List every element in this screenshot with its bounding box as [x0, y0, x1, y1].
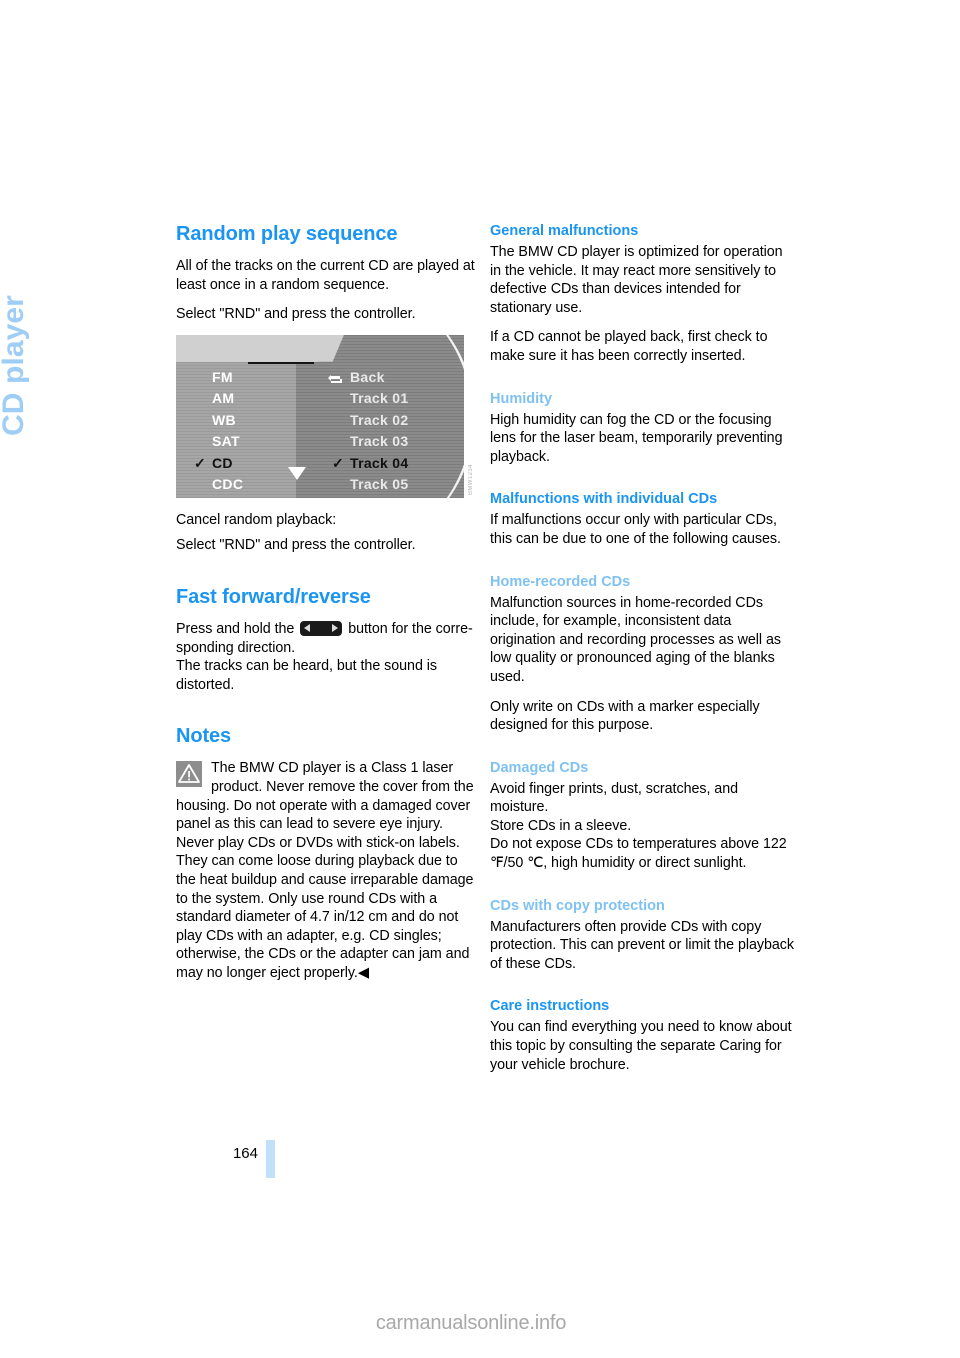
chapter-tab: CD player — [0, 218, 170, 438]
list-item-back[interactable]: Back — [324, 367, 464, 389]
figure-cd-menu-screenshot: ⁿSCAN ⁿRND FM AM WB SAT ✓ CD CDC — [176, 334, 481, 498]
chapter-title: CD player — [0, 295, 30, 436]
paragraph-random-1: All of the tracks on the current CD are … — [176, 258, 475, 293]
paragraph-fastfwd-1: Press and hold the button for the corre-… — [176, 620, 481, 657]
heading-home-recorded-cds: Home-recorded CDs — [490, 573, 631, 590]
heading-cds-copy-protection: CDs with copy protection — [490, 897, 665, 914]
list-item[interactable]: Track 01 — [324, 388, 464, 410]
cd-screen-tab-row: ⁿSCAN ⁿRND — [176, 334, 464, 364]
paragraph-cancel-2: Select "RND" and press the controller. — [176, 537, 416, 554]
track-label: Track 01 — [350, 390, 409, 407]
list-item[interactable]: CDC — [176, 474, 296, 496]
heading-care-instructions: Care instructions — [490, 998, 610, 1015]
paragraph-humidity-1: High humidity can fog the CD or the focu… — [490, 411, 783, 465]
source-label: CD — [212, 454, 233, 471]
tab-row-slant — [314, 334, 344, 362]
track-label: Track 05 — [350, 476, 409, 493]
fastfwd-text-before: Press and hold the — [176, 620, 295, 637]
heading-notes: Notes — [176, 725, 232, 748]
heading-damaged-cds: Damaged CDs — [490, 759, 589, 776]
track-label: Track 03 — [350, 433, 409, 450]
cd-source-list: FM AM WB SAT ✓ CD CDC — [176, 367, 296, 496]
heading-random-play-sequence: Random play sequence — [176, 223, 398, 245]
back-label: Back — [350, 368, 385, 385]
left-column: Random play sequence All of the tracks o… — [176, 222, 481, 982]
page-number: 164 — [232, 1145, 258, 1162]
right-column: General malfunctions The BMW CD player i… — [490, 222, 795, 1085]
cd-track-list: Back Track 01 Track 02 Track 03 ✓ Track … — [324, 367, 464, 496]
paragraph-general-1: The BMW CD player is optimized for opera… — [490, 244, 783, 316]
paragraph-general-2: If a CD cannot be played back, first che… — [490, 329, 768, 364]
warning-triangle-icon — [176, 761, 202, 788]
paragraph-notes-body: The BMW CD player is a Class 1 laser pro… — [176, 760, 474, 981]
list-item[interactable]: Track 05 — [324, 474, 464, 496]
paragraph-fastfwd-2: The tracks can be heard, but the sound i… — [176, 658, 438, 693]
track-label: Track 04 — [350, 454, 409, 471]
checkmark-icon: ✓ — [194, 454, 207, 471]
paragraph-random-2: Select "RND" and press the controller. — [176, 306, 416, 323]
tab-row-background — [176, 334, 318, 362]
list-item-selected[interactable]: ✓ Track 04 — [324, 453, 464, 475]
source-label: CDC — [212, 476, 244, 493]
source-label: SAT — [212, 433, 240, 450]
cd-screen: ⁿSCAN ⁿRND FM AM WB SAT ✓ CD CDC — [176, 334, 464, 498]
cursor-triangle-icon — [288, 466, 306, 480]
list-item[interactable]: Track 02 — [324, 410, 464, 432]
list-item-selected[interactable]: ✓ CD — [176, 453, 296, 475]
heading-general-malfunctions: General malfunctions — [490, 223, 639, 239]
list-item[interactable]: FM — [176, 367, 296, 389]
list-item[interactable]: SAT — [176, 431, 296, 453]
source-label: AM — [212, 390, 235, 407]
paragraph-home-2: Only write on CDs with a marker especial… — [490, 698, 760, 734]
heading-humidity: Humidity — [490, 390, 553, 407]
list-item[interactable]: WB — [176, 410, 296, 432]
heading-malfunctions-individual-cds: Malfunctions with individual CDs — [490, 491, 718, 508]
notes-block: The BMW CD player is a Class 1 laser pro… — [176, 759, 481, 982]
fast-forward-reverse-button-icon — [300, 620, 343, 636]
list-item[interactable]: Track 03 — [324, 431, 464, 453]
paragraph-cancel-1: Cancel random playback: — [176, 511, 337, 528]
page-marker-bar — [266, 1140, 275, 1178]
checkmark-icon: ✓ — [332, 454, 345, 471]
watermark: carmanualsonline.info — [375, 1312, 567, 1334]
paragraph-home-1: Malfunction sources in home-recorded CDs… — [490, 594, 781, 685]
manual-page: CD player Random play sequence All of th… — [0, 0, 960, 1358]
list-item[interactable]: AM — [176, 388, 296, 410]
source-label: WB — [212, 411, 236, 428]
paragraph-damaged-1: Avoid finger prints, dust, scratches, an… — [490, 780, 787, 872]
paragraph-malfunctions-1: If malfunctions occur only with particul… — [490, 512, 781, 547]
track-label: Track 02 — [350, 411, 409, 428]
paragraph-copy-1: Manufacturers often provide CDs with cop… — [490, 918, 794, 972]
figure-code: BMW1234 — [468, 463, 474, 495]
paragraph-care-1: You can find everything you need to know… — [490, 1019, 792, 1073]
source-label: FM — [212, 368, 233, 385]
heading-fast-forward-reverse: Fast forward/reverse — [176, 585, 371, 608]
